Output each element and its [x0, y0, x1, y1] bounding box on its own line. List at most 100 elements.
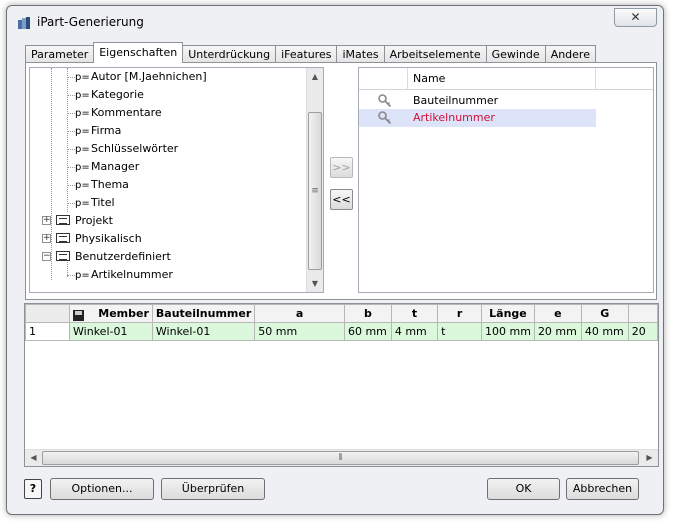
property-tree: ▲ ≡ ▼ p=Autor [M.Jaehnichen] p=Kategorie p… — [29, 67, 324, 293]
table-cell[interactable]: Winkel-01 — [151, 322, 256, 341]
property-icon: p= — [75, 144, 90, 155]
column-header-b[interactable]: b — [343, 304, 392, 323]
property-group-icon — [56, 251, 70, 261]
scroll-left-icon[interactable]: ◀ — [25, 450, 42, 466]
column-header-r[interactable]: r — [437, 304, 482, 323]
grid-corner — [25, 304, 71, 323]
tree-item-autor[interactable]: p=Autor [M.Jaehnichen] — [75, 68, 207, 86]
tab-unterdrückung[interactable]: Unterdrückung — [182, 45, 277, 63]
ipart-dialog: iPart-Generierung ✕ Parameter Eigenschaft… — [6, 5, 664, 515]
tab-parameter[interactable]: Parameter — [25, 45, 95, 63]
tree-group-benutzerdefiniert[interactable]: Benutzerdefiniert — [56, 248, 171, 266]
list-item-artikelnummer[interactable]: Artikelnummer — [359, 109, 596, 127]
add-property-button[interactable]: >> — [330, 157, 353, 178]
table-cell[interactable]: 50 mm — [254, 322, 345, 341]
column-header-bauteilnummer[interactable]: Bauteilnummer — [151, 304, 256, 323]
list-item-bauteilnummer[interactable]: Bauteilnummer — [359, 92, 596, 110]
tree-item-label: Physikalisch — [75, 232, 142, 245]
scroll-thumb[interactable]: ≡ — [308, 112, 322, 270]
table-cell[interactable]: 60 mm — [343, 322, 392, 341]
property-icon: p= — [75, 198, 90, 209]
tree-item-firma[interactable]: p=Firma — [75, 122, 121, 140]
column-header-e[interactable]: e — [533, 304, 582, 323]
table-cell[interactable]: Winkel-01 — [69, 322, 153, 341]
tree-item-thema[interactable]: p=Thema — [75, 176, 129, 194]
key-icon — [378, 111, 392, 125]
tab-andere[interactable]: Andere — [544, 45, 596, 63]
member-table: Member Bauteilnummer a b t r Länge e G 1 Winkel-01… — [24, 303, 659, 467]
close-icon: ✕ — [630, 10, 641, 24]
property-icon: p= — [75, 162, 90, 173]
table-cell[interactable]: t — [437, 322, 482, 341]
tab-eigenschaften[interactable]: Eigenschaften — [93, 42, 184, 63]
tab-ifeatures[interactable]: iFeatures — [275, 45, 338, 63]
tree-group-projekt[interactable]: Projekt — [56, 212, 113, 230]
help-icon: ? — [29, 482, 37, 495]
list-header: Name — [359, 68, 653, 90]
scroll-right-icon[interactable]: ▶ — [641, 450, 658, 466]
tree-item-kategorie[interactable]: p=Kategorie — [75, 86, 144, 104]
tree-item-label: Autor [M.Jaehnichen] — [91, 70, 207, 83]
check-button[interactable]: Überprüfen — [161, 478, 265, 500]
table-cell[interactable]: 20 — [627, 322, 658, 341]
column-header-g[interactable]: G — [580, 304, 629, 323]
row-number[interactable]: 1 — [25, 322, 71, 341]
remove-property-button[interactable]: << — [330, 189, 353, 210]
column-header-more[interactable] — [627, 304, 658, 323]
property-icon: p= — [75, 270, 90, 281]
tab-imates[interactable]: iMates — [336, 45, 385, 63]
column-header-a[interactable]: a — [254, 304, 345, 323]
tab-panel-eigenschaften: ▲ ≡ ▼ p=Autor [M.Jaehnichen] p=Kategorie p… — [25, 62, 657, 300]
help-button[interactable]: ? — [24, 479, 42, 499]
property-group-icon — [56, 215, 70, 225]
options-button[interactable]: Optionen... — [50, 478, 154, 500]
tree-group-physikalisch[interactable]: Physikalisch — [56, 230, 142, 248]
ipart-app-icon — [18, 17, 30, 29]
tree-item-artikelnummer[interactable]: p=Artikelnummer — [75, 266, 173, 284]
expand-icon[interactable]: + — [42, 216, 51, 225]
column-header-label: b — [363, 307, 372, 320]
property-icon: p= — [75, 72, 90, 83]
selected-properties-list: Name Bauteilnummer Artikelnummer — [358, 67, 654, 293]
table-horizontal-scrollbar[interactable]: ◀ ⦀ ▶ — [25, 449, 658, 466]
column-header-länge[interactable]: Länge — [481, 304, 535, 323]
tree-item-label: Manager — [91, 160, 140, 173]
tree-item-label: Projekt — [75, 214, 113, 227]
column-header-t[interactable]: t — [390, 304, 439, 323]
member-grid: Member Bauteilnummer a b t r Länge e G 1 Winkel-01… — [25, 304, 658, 341]
tree-vertical-scrollbar[interactable]: ▲ ≡ ▼ — [306, 68, 323, 292]
close-button[interactable]: ✕ — [614, 8, 657, 27]
scroll-down-icon[interactable]: ▼ — [307, 275, 323, 292]
column-header-label: Member — [98, 306, 149, 320]
tree-item-manager[interactable]: p=Manager — [75, 158, 139, 176]
ok-button[interactable]: OK — [487, 478, 560, 500]
tree-item-label: Artikelnummer — [91, 268, 173, 281]
scroll-up-icon[interactable]: ▲ — [307, 68, 323, 85]
tree-item-label: Firma — [91, 124, 122, 137]
table-cell[interactable]: 100 mm — [481, 322, 535, 341]
tab-arbeitselemente[interactable]: Arbeitselemente — [383, 45, 487, 63]
tab-strip: Parameter Eigenschaften Unterdrückung iFeat… — [25, 42, 596, 63]
property-icon: p= — [75, 90, 90, 101]
tree-item-schlüsselwörter[interactable]: p=Schlüsselwörter — [75, 140, 178, 158]
scroll-thumb-horizontal[interactable]: ⦀ — [42, 451, 639, 465]
title-bar: iPart-Generierung ✕ — [7, 6, 663, 36]
table-cell[interactable]: 40 mm — [580, 322, 629, 341]
table-cell[interactable]: 4 mm — [390, 322, 439, 341]
tree-item-kommentare[interactable]: p=Kommentare — [75, 104, 162, 122]
property-icon: p= — [75, 126, 90, 137]
tree-item-titel[interactable]: p=Titel — [75, 194, 115, 212]
property-icon: p= — [75, 108, 90, 119]
table-cell[interactable]: 20 mm — [533, 322, 582, 341]
table-row[interactable]: 1 Winkel-01 Winkel-01 50 mm 60 mm 4 mm t 100 mm… — [25, 322, 658, 341]
property-group-icon — [56, 233, 70, 243]
cancel-button[interactable]: Abbrechen — [566, 478, 639, 500]
expand-icon[interactable]: + — [42, 234, 51, 243]
column-header-member[interactable]: Member — [69, 304, 153, 323]
property-icon: p= — [75, 180, 90, 191]
column-header-label: G — [600, 307, 610, 320]
column-header-name[interactable]: Name — [413, 72, 445, 85]
tree-item-label: Thema — [91, 178, 129, 191]
tab-gewinde[interactable]: Gewinde — [485, 45, 546, 63]
collapse-icon[interactable]: − — [42, 252, 51, 261]
